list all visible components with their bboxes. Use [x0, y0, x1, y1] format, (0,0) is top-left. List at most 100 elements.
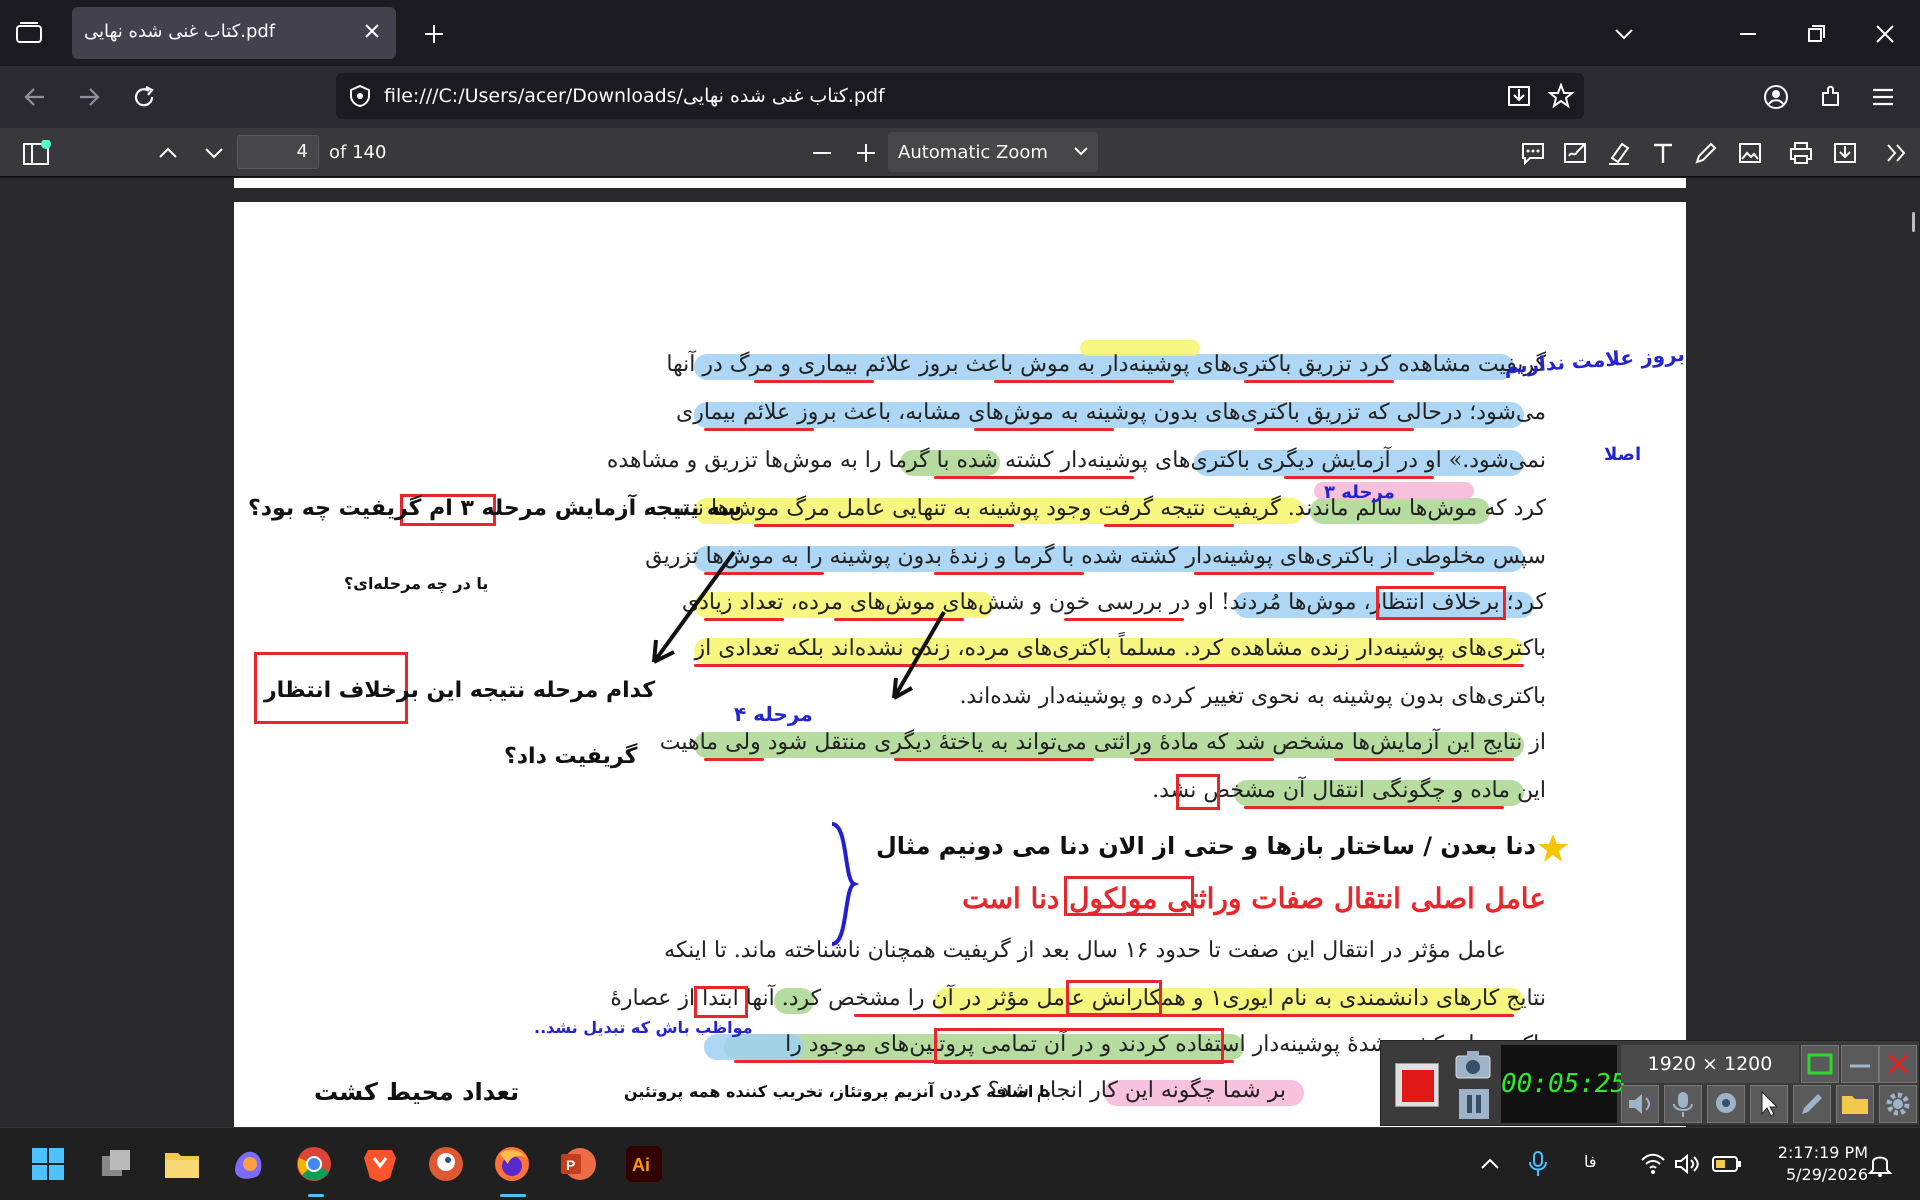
settings-gear-icon[interactable]	[1879, 1085, 1917, 1123]
task-view-icon[interactable]	[96, 1144, 136, 1184]
handwritten-heading: دنا بعدن / ساختار بازها و حتی از الان دن…	[875, 832, 1536, 860]
close-tab-icon[interactable]	[362, 21, 382, 41]
print-icon[interactable]	[1788, 140, 1814, 166]
new-tab-icon[interactable]	[422, 22, 446, 46]
microphone-icon[interactable]	[1664, 1085, 1702, 1123]
brave-icon[interactable]	[360, 1144, 400, 1184]
hamburger-menu-icon[interactable]	[1870, 84, 1896, 110]
volume-icon[interactable]	[1674, 1152, 1700, 1176]
arrow-annotation	[892, 610, 946, 700]
tab-overview-icon[interactable]	[14, 20, 44, 46]
pause-icon[interactable]	[1457, 1087, 1491, 1121]
zoom-select[interactable]: Automatic Zoom	[888, 132, 1098, 172]
record-stop-button[interactable]	[1395, 1063, 1439, 1107]
microphone-tray-icon[interactable]	[1526, 1150, 1550, 1178]
annotation: مرحله ۴	[734, 702, 813, 726]
text-line: از نتایج این آزمایش‌ها مشخص شد که مادهٔ …	[659, 730, 1546, 755]
svg-text:P: P	[566, 1157, 575, 1173]
tab-title: کتاب غنی شده نهایی.pdf	[84, 21, 276, 42]
previous-page-icon[interactable]	[156, 141, 180, 165]
url-bar[interactable]: file:///C:/Users/acer/Downloads/کتاب غنی…	[336, 73, 1584, 119]
record-timer: 00:05:25	[1501, 1045, 1626, 1123]
pdf-toolbar: 4 of 140 Automatic Zoom	[0, 128, 1920, 177]
minimize-icon[interactable]	[1736, 22, 1760, 46]
file-explorer-icon[interactable]	[162, 1144, 202, 1184]
restore-icon[interactable]	[1804, 22, 1828, 46]
draw-icon[interactable]	[1693, 140, 1719, 166]
back-icon[interactable]	[22, 84, 48, 110]
comment-icon[interactable]	[1520, 140, 1546, 166]
annotation: کدام مرحله نتیجه این برخلاف انتظار	[264, 678, 656, 703]
forward-icon[interactable]	[76, 84, 102, 110]
page-number-input[interactable]: 4	[237, 135, 319, 169]
clock[interactable]: 2:17:19 PM 5/29/2026	[1778, 1142, 1868, 1186]
zoom-in-icon[interactable]	[854, 141, 878, 165]
annotation: با اضافه کردن آنزیم پروتئاز، تخریب کننده…	[624, 1082, 1051, 1101]
tab-strip: کتاب غنی شده نهایی.pdf	[0, 0, 1920, 66]
text-line: می‌شود؛ درحالی که تزریق باکتری‌های بدون …	[676, 400, 1546, 425]
next-page-icon[interactable]	[202, 141, 226, 165]
signature-icon[interactable]	[1563, 140, 1589, 166]
annotation: سه نتیجه آزمایش مرحله ۳ ام گریفیت چه بود…	[248, 496, 742, 521]
image-icon[interactable]	[1737, 140, 1763, 166]
duckduckgo-icon[interactable]	[426, 1144, 466, 1184]
pdf-viewer[interactable]: گریفیت مشاهده کرد تزریق باکتری‌های پوشین…	[0, 178, 1920, 1127]
annotation: اصلا	[1604, 444, 1642, 465]
extensions-icon[interactable]	[1817, 83, 1845, 111]
battery-icon[interactable]	[1712, 1154, 1742, 1174]
firefox-icon[interactable]	[492, 1144, 532, 1184]
close-window-icon[interactable]	[1873, 22, 1897, 46]
save-to-disk-icon[interactable]	[1506, 83, 1532, 109]
svg-text:Ai: Ai	[632, 1155, 650, 1175]
text-line: نمی‌شود.» او در آزمایش دیگری باکتری‌های …	[606, 448, 1546, 473]
active-tab[interactable]: کتاب غنی شده نهایی.pdf	[72, 7, 396, 59]
brace-bracket	[824, 820, 864, 950]
running-indicator	[308, 1194, 324, 1197]
highlight-icon[interactable]	[1606, 140, 1632, 166]
screen-recorder: 00:05:25 1920 × 1200	[1380, 1040, 1920, 1126]
webcam-icon[interactable]	[1707, 1085, 1745, 1123]
record-resolution: 1920 × 1200	[1621, 1045, 1799, 1083]
text-tool-icon[interactable]	[1650, 140, 1676, 166]
text-line: باکتری‌های بدون پوشینه به نحوی تغییر کرد…	[959, 684, 1546, 709]
fullscreen-region-icon[interactable]	[1801, 1045, 1839, 1083]
annotation: گریفیت داد؟	[504, 744, 638, 769]
more-tools-icon[interactable]	[1884, 140, 1910, 166]
clock-date: 5/29/2026	[1785, 1165, 1868, 1184]
cursor-icon[interactable]	[1750, 1085, 1788, 1123]
pen-icon[interactable]	[1793, 1085, 1831, 1123]
reload-icon[interactable]	[130, 83, 158, 111]
start-windows-icon[interactable]	[28, 1144, 68, 1184]
url-text: file:///C:/Users/acer/Downloads/کتاب غنی…	[384, 85, 885, 107]
notification-bell-icon[interactable]	[1866, 1150, 1894, 1178]
account-icon[interactable]	[1762, 83, 1790, 111]
download-icon[interactable]	[1832, 140, 1858, 166]
folder-icon[interactable]	[1836, 1085, 1874, 1123]
speaker-icon[interactable]	[1621, 1085, 1659, 1123]
text-line: عامل مؤثر در انتقال این صفت تا حدود ۱۶ س…	[664, 938, 1506, 963]
illustrator-icon[interactable]: Ai	[624, 1144, 664, 1184]
bookmark-star-icon[interactable]	[1548, 83, 1574, 109]
zoom-value: Automatic Zoom	[898, 142, 1048, 163]
shield-icon[interactable]	[348, 84, 372, 108]
zoom-out-icon[interactable]	[810, 141, 834, 165]
wifi-icon[interactable]	[1640, 1152, 1666, 1176]
camera-icon[interactable]	[1453, 1047, 1493, 1081]
navigation-bar: file:///C:/Users/acer/Downloads/کتاب غنی…	[0, 66, 1920, 128]
arrow-annotation	[652, 550, 736, 664]
minimize-recorder-icon[interactable]	[1841, 1045, 1879, 1083]
chrome-icon[interactable]	[294, 1144, 334, 1184]
chevron-up-icon[interactable]	[1478, 1152, 1502, 1176]
copilot-icon[interactable]	[228, 1144, 268, 1184]
list-tabs-icon[interactable]	[1612, 22, 1636, 46]
taskbar: P Ai فا 2:17:19 PM 5/29/2026	[0, 1127, 1920, 1200]
language-indicator[interactable]: فا	[1584, 1152, 1597, 1171]
scrollbar[interactable]	[1912, 212, 1915, 232]
pdf-page: گریفیت مشاهده کرد تزریق باکتری‌های پوشین…	[234, 202, 1686, 1127]
powerpoint-icon[interactable]: P	[558, 1144, 598, 1184]
close-recorder-icon[interactable]	[1879, 1045, 1917, 1083]
clock-time: 2:17:19 PM	[1777, 1143, 1868, 1162]
text-line: کرد که موش‌ها سالم ماندند. گریفیت نتیجه …	[643, 496, 1546, 521]
annotation: مواظب باش که تبدیل نشد..	[534, 1018, 753, 1037]
sidebar-toggle-icon[interactable]	[22, 140, 52, 166]
